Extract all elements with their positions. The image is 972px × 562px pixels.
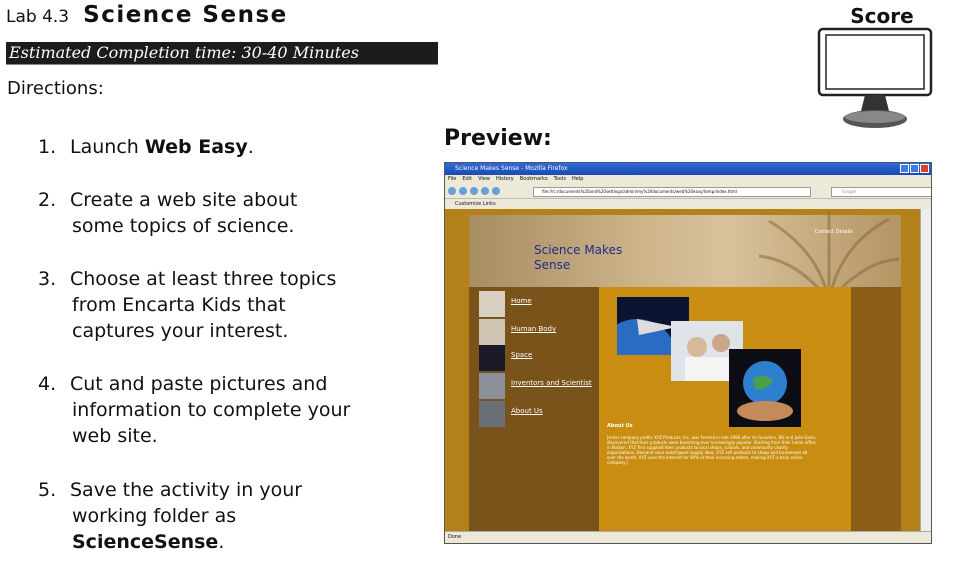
url-bar: file:///c:/documents%20and%20settings/ad… — [533, 187, 811, 197]
step-1: 1. Launch Web Easy. — [38, 134, 378, 160]
estimated-time-bar: Estimated Completion time: 30-40 Minutes — [6, 42, 438, 65]
step-text: information to complete your — [72, 399, 351, 421]
step-2: 2. Create a web site about some topics of… — [38, 187, 378, 239]
step-text: Cut and paste pictures and — [70, 373, 328, 395]
scrollbar — [920, 209, 931, 532]
nav-inventors: Inventors and Scientist — [479, 373, 599, 399]
monitor-icon — [817, 27, 933, 128]
earth-in-hands-photo — [729, 349, 801, 427]
search-box: Google — [831, 187, 931, 197]
nav-about-us: About Us — [479, 401, 599, 427]
nav-link: Space — [511, 351, 533, 359]
step-number: 4. — [38, 373, 57, 395]
lab-number: Lab 4.3 — [6, 7, 70, 27]
step-text: some topics of science. — [72, 215, 295, 237]
lab-name: Science Sense — [83, 2, 288, 28]
browser-titlebar: Science Makes Sense - Mozilla Firefox — [445, 163, 931, 175]
step-text: Save the activity in your — [70, 479, 303, 501]
back-icon — [448, 187, 456, 195]
home-icon — [492, 187, 500, 195]
minimize-icon — [900, 164, 909, 173]
site-title: Science Makes Sense — [534, 243, 623, 272]
step-text: web site. — [72, 425, 158, 447]
human-body-thumb — [479, 319, 505, 345]
house-icon — [479, 291, 505, 317]
about-us-thumb — [479, 401, 505, 427]
lab-heading: Lab 4.3 Science Sense — [6, 2, 288, 28]
nav-space: Space — [479, 345, 599, 371]
step-5: 5. Save the activity in your working fold… — [38, 477, 378, 555]
step-4: 4. Cut and paste pictures and information… — [38, 371, 378, 449]
close-icon — [920, 164, 929, 173]
step-text: from Encarta Kids that — [72, 294, 286, 316]
menu-tools: Tools — [553, 176, 566, 182]
nav-link: About Us — [511, 407, 543, 415]
directions-label: Directions: — [7, 78, 104, 99]
reload-icon — [470, 187, 478, 195]
step-number: 5. — [38, 479, 57, 501]
contact-link: Contact Details — [814, 229, 853, 235]
menu-view: View — [478, 176, 490, 182]
menu-file: File — [448, 176, 457, 182]
site-content: About Us [enter company profile XYZ Prod… — [599, 287, 851, 532]
step-number: 1. — [38, 136, 57, 158]
preview-label: Preview: — [444, 126, 552, 151]
site-sidebar: Home Human Body Space Inventors and Scie… — [469, 287, 599, 532]
step-text: . — [247, 136, 254, 158]
step-number: 3. — [38, 268, 57, 290]
site-right-column — [851, 287, 901, 532]
web-page: Science Makes Sense Contact Details Home… — [445, 209, 921, 532]
menu-bookmarks: Bookmarks — [519, 176, 548, 182]
step-number: 2. — [38, 189, 57, 211]
browser-menubar: File Edit View History Bookmarks Tools Help — [445, 175, 931, 184]
nav-link: Inventors and Scientist — [511, 379, 592, 387]
stop-icon — [481, 187, 489, 195]
space-thumb — [479, 345, 505, 371]
menu-edit: Edit — [462, 176, 473, 182]
step-text: Launch — [70, 136, 145, 158]
forward-icon — [459, 187, 467, 195]
preview-screenshot: Science Makes Sense - Mozilla Firefox Fi… — [444, 162, 932, 544]
site-layout: Science Makes Sense Contact Details Home… — [469, 211, 901, 532]
step-text: Choose at least three topics — [70, 268, 337, 290]
window-title: Science Makes Sense - Mozilla Firefox — [455, 165, 568, 172]
step-bold: Web Easy — [144, 136, 248, 158]
site-banner: Science Makes Sense Contact Details — [469, 211, 901, 301]
nav-link: Human Body — [511, 325, 557, 333]
step-text: captures your interest. — [72, 320, 289, 342]
about-text: [enter company profile XYZ Products, Inc… — [607, 435, 817, 465]
nav-home: Home — [479, 291, 599, 317]
step-text: working folder as — [72, 505, 237, 527]
estimated-time-text: Estimated Completion time: 30-40 Minutes — [9, 43, 359, 62]
score-label: Score — [850, 4, 914, 28]
about-heading: About Us — [607, 423, 633, 429]
inventors-thumb — [479, 373, 505, 399]
step-3: 3. Choose at least three topics from Enca… — [38, 266, 378, 344]
menu-history: History — [495, 176, 514, 182]
browser-navbar: file:///c:/documents%20and%20settings/ad… — [445, 184, 931, 199]
step-text-bold: ScienceSense. — [72, 531, 225, 553]
nav-buttons — [448, 187, 500, 195]
browser-statusbar: Done — [445, 531, 931, 543]
nav-human-body: Human Body — [479, 319, 599, 345]
maximize-icon — [910, 164, 919, 173]
menu-help: Help — [572, 176, 584, 182]
nav-link: Home — [511, 297, 532, 305]
window-controls — [900, 164, 929, 173]
step-text: Create a web site about — [70, 189, 298, 211]
